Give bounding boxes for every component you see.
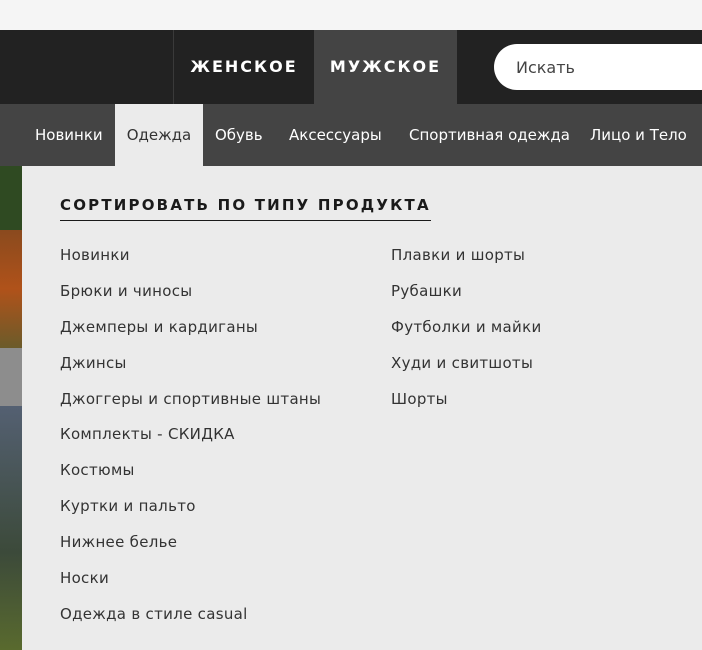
category-shoes[interactable]: Обувь [215,104,263,166]
tab-men[interactable]: МУЖСКОЕ [314,30,457,104]
tab-women[interactable]: ЖЕНСКОЕ [173,30,314,104]
browser-top-strip [0,0,702,30]
product-type-column-1: Новинки Брюки и чиносы Джемперы и кардиг… [60,238,321,633]
search-box[interactable] [494,44,702,90]
menu-link-underwear[interactable]: Нижнее белье [60,525,321,561]
menu-link-new[interactable]: Новинки [60,238,321,274]
menu-link-jeans[interactable]: Джинсы [60,346,321,382]
menu-link-swim-shorts[interactable]: Плавки и шорты [391,238,542,274]
product-type-column-2: Плавки и шорты Рубашки Футболки и майки … [391,238,542,417]
category-new[interactable]: Новинки [35,104,103,166]
category-accessories[interactable]: Аксессуары [289,104,382,166]
background-photo [0,166,22,650]
menu-link-jackets-coats[interactable]: Куртки и пальто [60,489,321,525]
menu-link-socks[interactable]: Носки [60,561,321,597]
search-input[interactable] [514,56,698,78]
category-clothing[interactable]: Одежда [115,104,203,166]
menu-link-sets-sale[interactable]: Комплекты - СКИДКА [60,417,321,453]
category-sportswear[interactable]: Спортивная одежда [409,104,570,166]
clothing-dropdown-panel: СОРТИРОВАТЬ ПО ТИПУ ПРОДУКТА Новинки Брю… [22,166,702,650]
dropdown-heading: СОРТИРОВАТЬ ПО ТИПУ ПРОДУКТА [60,196,431,221]
menu-link-tshirts-tanks[interactable]: Футболки и майки [391,310,542,346]
menu-link-trousers-chinos[interactable]: Брюки и чиносы [60,274,321,310]
menu-link-suits[interactable]: Костюмы [60,453,321,489]
menu-link-shirts[interactable]: Рубашки [391,274,542,310]
site-header: ЖЕНСКОЕ МУЖСКОЕ [0,30,702,104]
menu-link-hoodies-sweatshirts[interactable]: Худи и свитшоты [391,346,542,382]
menu-link-joggers-sweatpants[interactable]: Джоггеры и спортивные штаны [60,382,321,418]
category-face-body[interactable]: Лицо и Тело [590,104,687,166]
category-nav: Новинки Одежда Обувь Аксессуары Спортивн… [0,104,702,166]
menu-link-jumpers-cardigans[interactable]: Джемперы и кардиганы [60,310,321,346]
menu-link-casual[interactable]: Одежда в стиле casual [60,597,321,633]
menu-link-shorts[interactable]: Шорты [391,382,542,418]
